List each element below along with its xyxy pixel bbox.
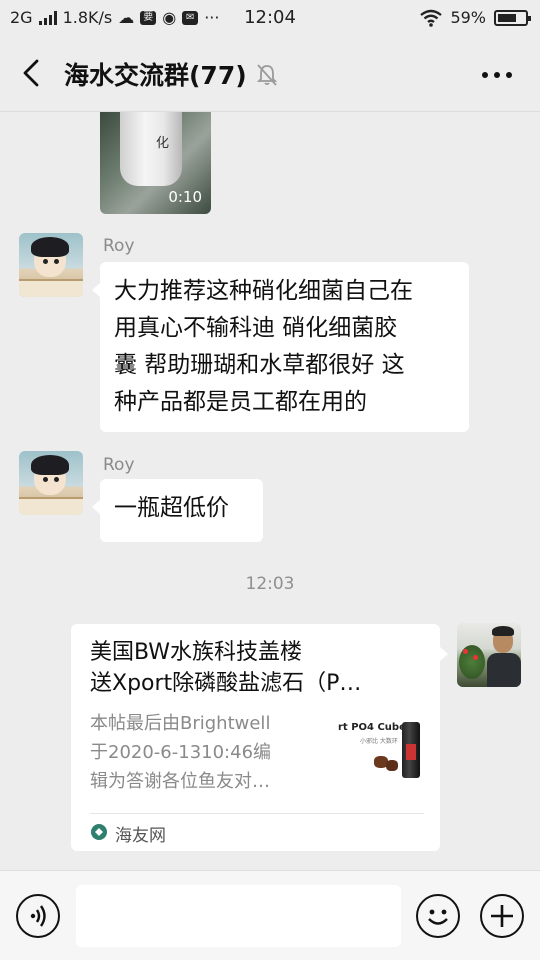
- avatar[interactable]: [19, 451, 83, 515]
- message-bubble[interactable]: 一瓶超低价: [92, 479, 263, 542]
- more-functions-button[interactable]: [480, 894, 524, 938]
- my-avatar[interactable]: [457, 623, 521, 687]
- plus-icon: [491, 905, 513, 927]
- link-card-message[interactable]: 美国BW水族科技盖楼 送Xport除磷酸盐滤石（P… 本帖最后由Brightwe…: [71, 624, 448, 851]
- battery-icon: [494, 9, 531, 26]
- back-arrow-icon[interactable]: [18, 58, 48, 88]
- input-bar: [0, 870, 540, 960]
- source-logo-icon: [91, 824, 107, 840]
- status-bar: 2G 1.8K/s ☁ 要 ◉ ✉ ··· 12:04 59%: [0, 0, 540, 36]
- message-bubble[interactable]: 大力推荐这种硝化细菌自己在 用真心不输科迪 硝化细菌胶 囊 帮助珊瑚和水草都很好…: [92, 262, 469, 432]
- battery-percent: 59%: [450, 8, 486, 27]
- card-divider: [90, 813, 424, 814]
- sender-name: Roy: [103, 236, 135, 256]
- mute-bell-icon: [256, 64, 278, 86]
- card-thumbnail: rt PO4 Cubes 小邪比 大数环: [334, 716, 424, 786]
- voice-icon: [30, 905, 46, 927]
- sender-name: Roy: [103, 455, 135, 475]
- message-text: 大力推荐这种硝化细菌自己在 用真心不输科迪 硝化细菌胶 囊 帮助珊瑚和水草都很好…: [114, 278, 413, 415]
- card-description: 本帖最后由Brightwell 于2020-6-1310:46编 辑为答谢各位鱼…: [90, 713, 272, 792]
- message-input[interactable]: [76, 885, 401, 947]
- video-message[interactable]: 化 0:10: [100, 112, 211, 214]
- more-options-button[interactable]: [482, 72, 512, 78]
- chat-header: 海水交流群(77): [0, 36, 540, 112]
- wifi-icon: [420, 9, 443, 27]
- avatar[interactable]: [19, 233, 83, 297]
- bottle-image: 化: [120, 112, 182, 186]
- emoji-button[interactable]: [416, 894, 460, 938]
- card-source: 海友网: [115, 826, 166, 846]
- timestamp: 12:03: [245, 574, 295, 594]
- chat-title: 海水交流群(77): [64, 61, 247, 90]
- message-text: 一瓶超低价: [114, 495, 229, 521]
- video-duration: 0:10: [168, 188, 202, 206]
- voice-input-button[interactable]: [16, 894, 60, 938]
- card-title: 美国BW水族科技盖楼 送Xport除磷酸盐滤石（P…: [90, 640, 362, 696]
- smiley-icon: [428, 909, 448, 925]
